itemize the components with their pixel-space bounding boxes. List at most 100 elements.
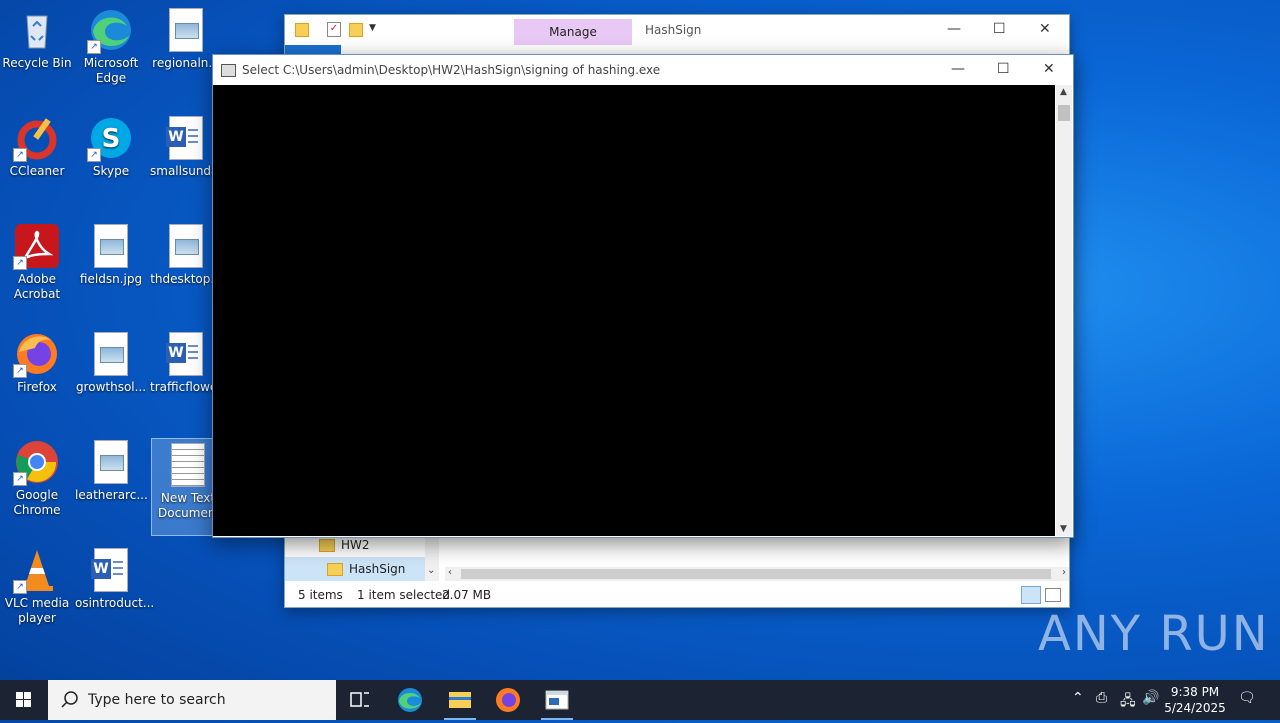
scroll-left-arrow-icon[interactable]: ‹ — [448, 567, 452, 578]
vlc-cone-icon: ↗ — [13, 548, 59, 594]
image-file-icon — [169, 8, 203, 52]
explorer-title: HashSign — [645, 23, 702, 37]
edge-icon — [398, 688, 422, 712]
quick-access-dropdown-icon[interactable]: ▼ — [369, 23, 376, 33]
notifications-icon[interactable]: 🗨 — [1238, 690, 1256, 706]
status-bar: 5 items 1 item selected 2.07 MB — [285, 583, 1069, 607]
image-file-icon — [94, 332, 128, 376]
navigation-tree: HW2 HashSign — [285, 533, 425, 581]
shortcut-arrow-icon: ↗ — [13, 580, 27, 594]
desktop-icon-adobe-acrobat[interactable]: ↗ Adobe Acrobat — [1, 224, 73, 302]
desktop-icon-microsoft-edge[interactable]: ↗ Microsoft Edge — [75, 8, 147, 86]
desktop-icon-osintroduct[interactable]: W osintroduct... — [75, 548, 154, 611]
usb-device-icon[interactable]: ⎙ — [1096, 690, 1107, 706]
chrome-icon: ↗ — [13, 440, 59, 486]
start-button[interactable] — [0, 680, 48, 720]
text-file-icon — [171, 443, 205, 487]
desktop-icon-vlc[interactable]: ↗ VLC media player — [1, 548, 73, 626]
shortcut-arrow-icon: ↗ — [13, 364, 27, 378]
desktop-icon-recycle-bin[interactable]: Recycle Bin — [1, 8, 73, 71]
manage-tab[interactable]: Manage — [514, 19, 632, 45]
folder-icon — [319, 539, 335, 552]
scroll-up-arrow-icon[interactable]: ▲ — [1060, 87, 1067, 97]
horizontal-scrollbar[interactable]: ‹ › — [445, 567, 1069, 581]
image-file-icon — [94, 440, 128, 484]
details-view-icon[interactable] — [1021, 586, 1041, 604]
search-icon — [61, 691, 78, 708]
console-titlebar[interactable]: Select C:\Users\admin\Desktop\HW2\HashSi… — [213, 55, 1073, 85]
desktop-icon-growthsol[interactable]: growthsol... — [75, 332, 147, 395]
image-file-icon — [94, 224, 128, 268]
desktop-icon-skype[interactable]: S ↗ Skype — [75, 116, 147, 179]
taskbar-file-explorer[interactable] — [436, 680, 484, 720]
adobe-acrobat-icon: ↗ — [13, 224, 59, 270]
selection-count: 1 item selected — [357, 588, 451, 602]
system-clock[interactable]: 9:38 PM 5/24/2025 — [1160, 684, 1230, 716]
horizontal-scroll-thumb[interactable] — [461, 569, 1051, 579]
properties-checkmark-icon[interactable]: ✓ — [327, 22, 341, 37]
task-view-button[interactable] — [336, 680, 384, 720]
windows-logo-icon — [16, 692, 31, 707]
folder-icon — [327, 563, 343, 576]
desktop-icon-google-chrome[interactable]: ↗ Google Chrome — [1, 440, 73, 518]
desktop-icon-firefox[interactable]: ↗ Firefox — [1, 332, 73, 395]
network-icon[interactable]: 🖧 — [1120, 690, 1136, 714]
anyrun-watermark: ANY RUN — [1038, 606, 1270, 662]
ccleaner-icon: ↗ — [13, 116, 59, 162]
firefox-icon — [496, 688, 520, 712]
taskbar-edge[interactable] — [386, 680, 434, 720]
word-document-icon: W — [166, 116, 203, 160]
console-scroll-thumb[interactable] — [1058, 105, 1070, 121]
console-minimize-button[interactable]: — — [951, 61, 965, 77]
shortcut-arrow-icon: ↗ — [87, 148, 101, 162]
scroll-down-arrow-icon[interactable]: ▼ — [1060, 524, 1067, 534]
desktop-icon-leatherarc[interactable]: leatherarc... — [75, 440, 148, 503]
console-scrollbar[interactable]: ▲ ▼ — [1056, 85, 1072, 536]
tree-scrollbar[interactable]: ⌄ — [425, 533, 439, 581]
search-placeholder: Type here to search — [88, 692, 226, 708]
new-folder-icon[interactable] — [349, 23, 363, 37]
console-window[interactable]: Select C:\Users\admin\Desktop\HW2\HashSi… — [212, 54, 1074, 538]
file-explorer-icon — [449, 692, 471, 708]
shortcut-arrow-icon: ↗ — [13, 256, 27, 270]
skype-icon: S ↗ — [87, 116, 133, 162]
item-count: 5 items — [298, 588, 343, 602]
shortcut-arrow-icon: ↗ — [87, 40, 101, 54]
task-view-icon — [350, 692, 369, 707]
shortcut-arrow-icon: ↗ — [13, 472, 27, 486]
console-title: Select C:\Users\admin\Desktop\HW2\HashSi… — [242, 63, 661, 77]
console-app-icon — [545, 690, 569, 710]
taskbar: Type here to search ⌃ ⎙ 🖧 🔊 9:38 PM 5/24… — [0, 680, 1280, 720]
volume-icon[interactable]: 🔊 — [1142, 690, 1159, 706]
tree-item-hashsign[interactable]: HashSign — [285, 557, 425, 581]
scroll-right-arrow-icon[interactable]: › — [1062, 567, 1066, 578]
recycle-bin-icon — [15, 8, 59, 52]
desktop-icon-ccleaner[interactable]: ↗ CCleaner — [1, 116, 73, 179]
console-app-icon — [221, 64, 236, 77]
taskbar-console[interactable] — [533, 680, 581, 720]
image-file-icon — [169, 224, 203, 268]
large-icons-view-icon[interactable] — [1045, 588, 1061, 602]
explorer-titlebar[interactable]: ✓ ▼ Manage HashSign — ☐ ✕ — [285, 15, 1069, 45]
console-output-area[interactable] — [213, 85, 1055, 536]
svg-text:S: S — [102, 124, 121, 154]
close-button[interactable]: ✕ — [1039, 21, 1051, 37]
scroll-down-arrow-icon[interactable]: ⌄ — [427, 565, 435, 576]
word-document-icon: W — [166, 332, 203, 376]
show-hidden-icons-chevron-icon[interactable]: ⌃ — [1072, 690, 1084, 706]
console-close-button[interactable]: ✕ — [1043, 61, 1055, 77]
clock-time: 9:38 PM — [1170, 685, 1220, 699]
maximize-button[interactable]: ☐ — [993, 21, 1006, 37]
clock-date: 5/24/2025 — [1164, 701, 1226, 715]
selection-size: 2.07 MB — [442, 588, 492, 602]
console-maximize-button[interactable]: ☐ — [997, 61, 1010, 77]
shortcut-arrow-icon: ↗ — [13, 148, 27, 162]
search-box[interactable]: Type here to search — [48, 680, 336, 720]
folder-icon — [295, 23, 309, 37]
minimize-button[interactable]: — — [947, 21, 961, 37]
taskbar-firefox[interactable] — [484, 680, 532, 720]
firefox-icon: ↗ — [13, 332, 59, 378]
desktop-icon-fieldsn[interactable]: fieldsn.jpg — [75, 224, 147, 287]
word-document-icon: W — [91, 548, 128, 592]
edge-icon: ↗ — [87, 8, 133, 54]
